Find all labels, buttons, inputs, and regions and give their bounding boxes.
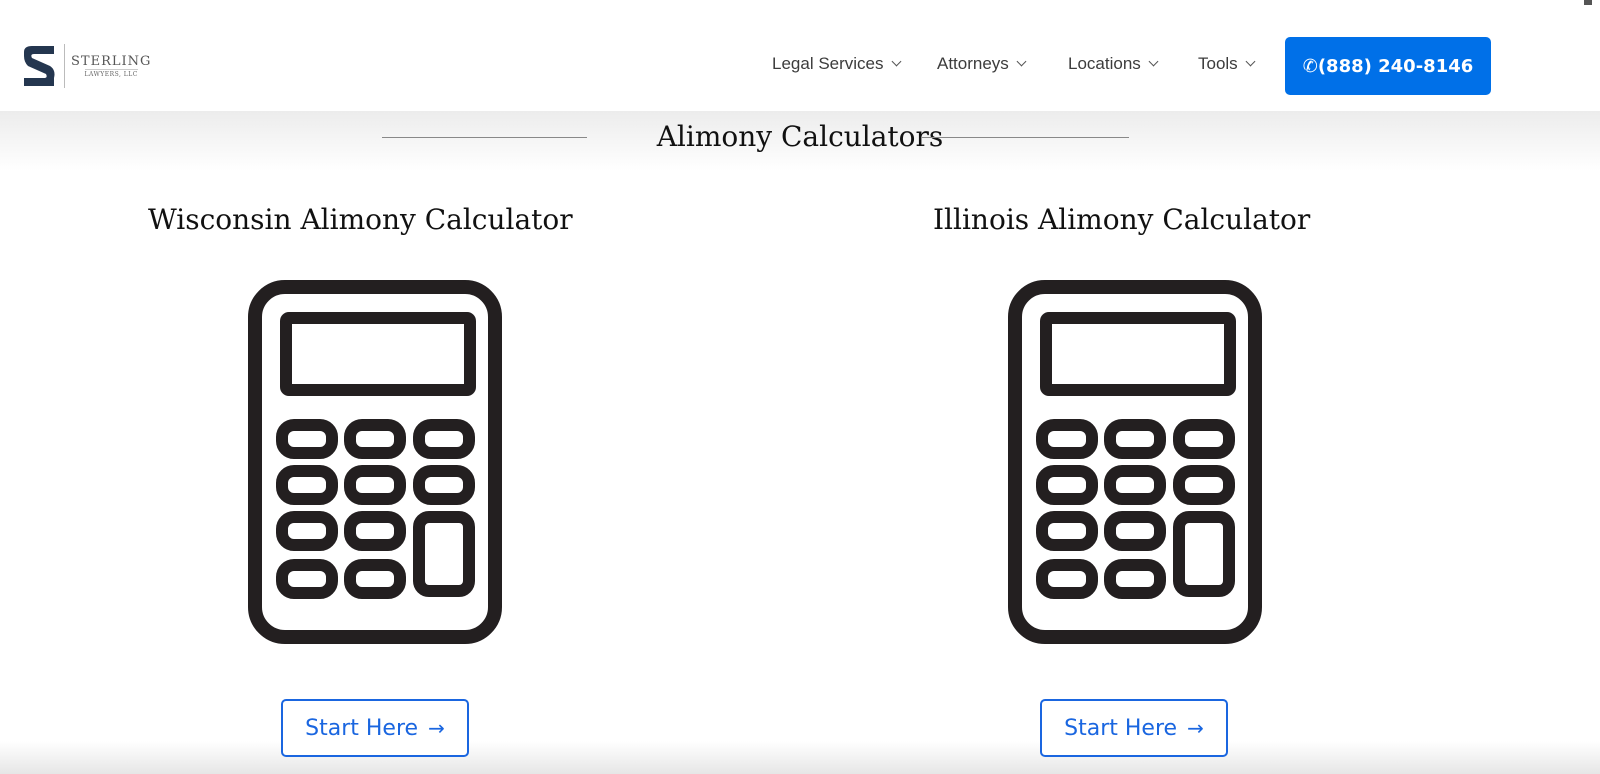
phone-icon: ✆ (1302, 55, 1318, 77)
nav-tools[interactable]: Tools (1198, 54, 1256, 74)
calculator-icon (1008, 280, 1262, 644)
start-here-button[interactable]: Start Here → (1040, 699, 1228, 757)
calculator-key (1036, 419, 1098, 459)
sterling-logo-icon (22, 46, 56, 86)
calculator-key (1104, 559, 1166, 599)
calculator-key (276, 465, 338, 505)
calculator-icon (248, 280, 502, 644)
calculator-key (344, 511, 406, 551)
calculator-key (1173, 465, 1235, 505)
logo-name: Sterling (71, 54, 152, 69)
nav-label: Legal Services (772, 54, 884, 73)
calculator-key (276, 419, 338, 459)
phone-number: (888) 240-8146 (1317, 55, 1474, 77)
section-title: Alimony Calculators (656, 120, 944, 153)
button-label: Start Here (305, 715, 419, 741)
nav-label: Locations (1068, 54, 1141, 73)
button-label: Start Here (1064, 715, 1178, 741)
calculator-key (413, 465, 475, 505)
nav-label: Tools (1198, 54, 1238, 73)
nav-attorneys[interactable]: Attorneys (937, 54, 1027, 74)
calculator-key (1036, 559, 1098, 599)
calculator-key (276, 511, 338, 551)
calculator-key (344, 419, 406, 459)
logo-divider (64, 44, 65, 88)
logo[interactable]: Sterling Lawyers, LLC (22, 44, 151, 88)
calculator-key (1104, 465, 1166, 505)
calculator-key (413, 511, 475, 597)
nav-legal-services[interactable]: Legal Services (772, 54, 901, 74)
chevron-down-icon (1245, 56, 1256, 67)
arrow-right-icon: → (1187, 716, 1204, 740)
scroll-corner (1584, 0, 1592, 5)
phone-button[interactable]: ✆ (888) 240-8146 (1285, 37, 1491, 95)
arrow-right-icon: → (428, 716, 445, 740)
calculator-key (344, 559, 406, 599)
calculator-key (1104, 511, 1166, 551)
calculator-key (276, 559, 338, 599)
nav-locations[interactable]: Locations (1068, 54, 1159, 74)
calculator-key (344, 465, 406, 505)
site-header: Sterling Lawyers, LLC Legal Services Att… (0, 0, 1600, 111)
nav-label: Attorneys (937, 54, 1009, 73)
calculator-key (1036, 511, 1098, 551)
calculator-title: Wisconsin Alimony Calculator (148, 203, 573, 236)
calculator-key (1104, 419, 1166, 459)
calculator-key (1036, 465, 1098, 505)
calculator-key (1173, 419, 1235, 459)
title-rule-right (922, 137, 1129, 138)
logo-subtitle: Lawyers, LLC (84, 69, 138, 78)
chevron-down-icon (1148, 56, 1159, 67)
chevron-down-icon (891, 56, 901, 67)
start-here-button[interactable]: Start Here → (281, 699, 469, 757)
calculator-key (413, 419, 475, 459)
calculator-screen (1040, 312, 1236, 396)
calculator-screen (280, 312, 476, 396)
chevron-down-icon (1016, 56, 1027, 67)
calculator-key (1173, 511, 1235, 597)
calculator-title: Illinois Alimony Calculator (933, 203, 1311, 236)
